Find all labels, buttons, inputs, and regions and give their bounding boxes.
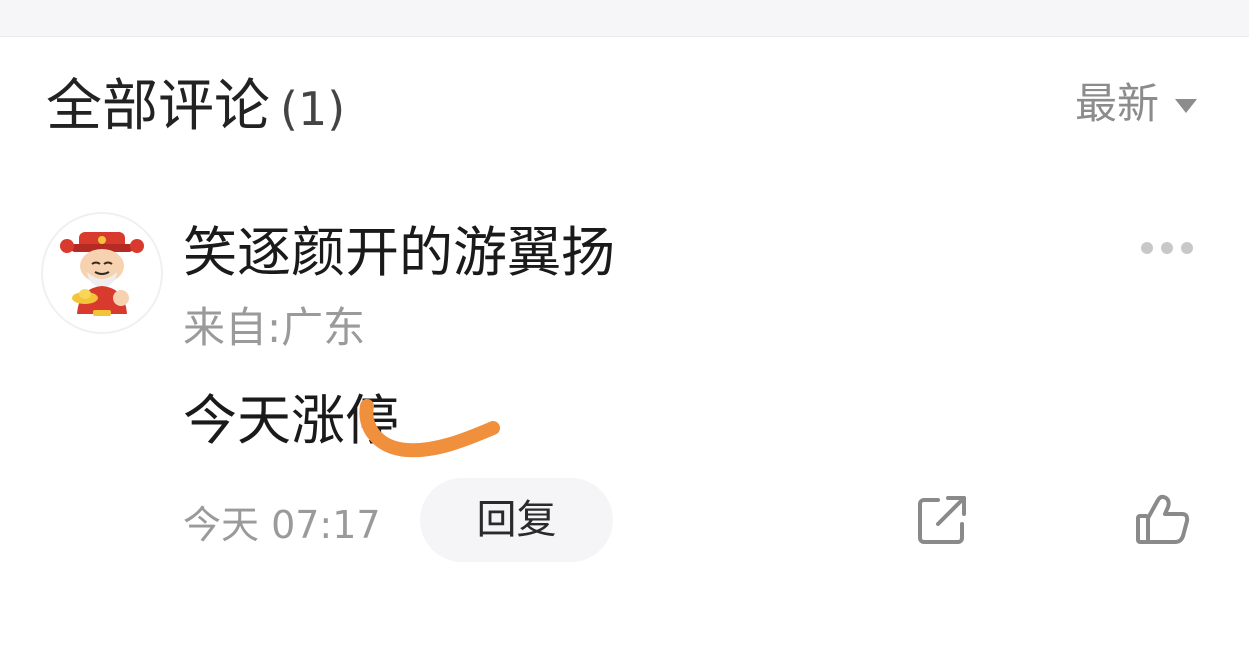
- triangle-down-icon: [1175, 99, 1197, 113]
- thumbs-up-icon[interactable]: [1134, 492, 1192, 548]
- comments-title: 全部评论 (1): [46, 72, 345, 144]
- reply-button[interactable]: 回复: [420, 478, 613, 562]
- top-strip: [0, 0, 1249, 37]
- cartoon-god-of-wealth-icon: [60, 232, 144, 316]
- avatar[interactable]: [41, 212, 163, 334]
- more-dot: [1181, 242, 1193, 254]
- location-label: 来自:广东: [183, 303, 366, 352]
- comments-header: 全部评论 (1) 最新: [0, 36, 1249, 176]
- share-external-icon[interactable]: [914, 492, 970, 548]
- comments-count: (1): [280, 82, 346, 136]
- sort-label: 最新: [1074, 79, 1159, 128]
- orange-annotation-stroke: [359, 399, 500, 458]
- sort-dropdown[interactable]: 最新: [1075, 76, 1197, 132]
- username[interactable]: 笑逐颜开的游翼扬: [183, 218, 615, 288]
- more-dots-icon[interactable]: [1141, 242, 1193, 254]
- comment-timestamp: 今天 07:17: [183, 503, 381, 547]
- comment-item: 笑逐颜开的游翼扬 来自:广东 今天涨停 今天 07:17 回复: [0, 200, 1249, 620]
- more-dot: [1161, 242, 1173, 254]
- comments-title-label: 全部评论: [46, 74, 270, 139]
- more-dot: [1141, 242, 1153, 254]
